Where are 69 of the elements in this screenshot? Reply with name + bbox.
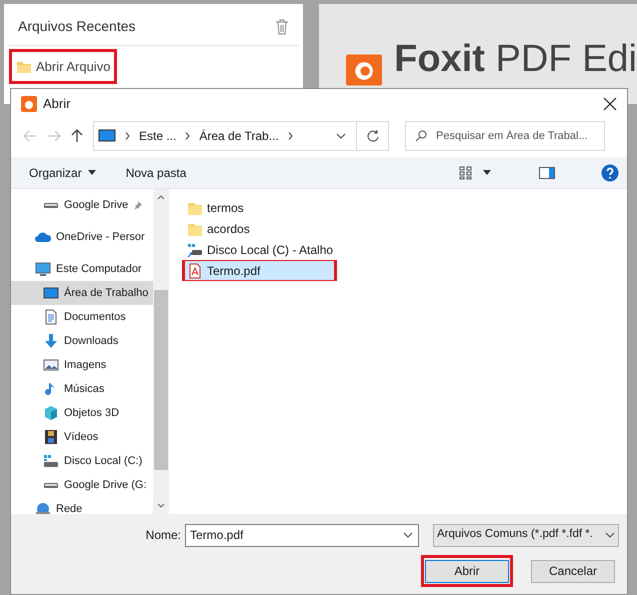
nav-item[interactable]: Área de Trabalho — [11, 281, 153, 305]
organize-menu[interactable]: Organizar — [29, 164, 96, 182]
drive-icon — [44, 482, 58, 488]
filename-field[interactable]: Termo.pdf — [185, 524, 419, 546]
chevron-icon — [288, 132, 293, 140]
cancel-button[interactable]: Cancelar — [531, 560, 615, 582]
open-file-button[interactable]: Abrir Arquivo — [9, 49, 118, 84]
drive-shortcut-icon — [187, 242, 203, 258]
forward-arrow-icon — [47, 130, 61, 142]
file-type-dropdown[interactable]: Arquivos Comuns (*.pdf *.fdf *. — [433, 524, 619, 546]
nav-item[interactable]: Downloads — [11, 329, 153, 353]
pane-icon — [539, 166, 555, 178]
nav-item[interactable]: Disco Local (C:) — [11, 449, 153, 473]
scroll-up-icon — [157, 195, 165, 200]
help-button[interactable] — [601, 164, 619, 182]
window-title: Abrir — [43, 95, 72, 114]
app-icon — [21, 96, 37, 112]
nav-item[interactable]: OneDrive - Persor — [11, 225, 153, 249]
caret-icon — [88, 170, 96, 175]
up-arrow-icon — [71, 129, 83, 143]
back-arrow-icon — [23, 130, 37, 142]
folder-icon — [16, 60, 32, 74]
dropdown-caret-icon — [605, 532, 615, 538]
view-button[interactable] — [459, 166, 491, 180]
caret-icon — [483, 170, 491, 175]
nav-item[interactable]: Músicas — [11, 377, 153, 401]
dropdown-caret-icon — [403, 532, 413, 538]
nav-item[interactable]: Este Computador — [11, 257, 153, 281]
file-item[interactable]: termos — [185, 197, 627, 218]
close-icon — [603, 97, 617, 111]
app-name: Foxit PDF Edi — [394, 40, 637, 78]
nav-item[interactable]: Google Drive (G: — [11, 473, 153, 497]
nav-item[interactable]: Rede — [11, 497, 153, 514]
monitor-icon — [35, 261, 51, 277]
help-icon — [601, 164, 619, 182]
open-button[interactable]: Abrir — [425, 560, 509, 582]
monitor-icon — [98, 129, 116, 143]
scrollbar[interactable] — [153, 189, 169, 514]
breadcrumb-item[interactable]: Este ... — [139, 127, 176, 145]
chevron-icon — [185, 132, 190, 140]
drive-icon — [43, 453, 59, 469]
address-bar[interactable]: Este ... Área de Trab... — [93, 121, 389, 151]
monitor-icon — [43, 285, 59, 301]
nav-item[interactable]: Vídeos — [11, 425, 153, 449]
nav-item[interactable]: Documentos — [11, 305, 153, 329]
chevron-icon — [125, 132, 130, 140]
nav-item[interactable]: Imagens — [11, 353, 153, 377]
search-icon — [415, 130, 427, 142]
breadcrumb-item[interactable]: Área de Trab... — [199, 127, 279, 145]
image-icon — [43, 357, 59, 373]
refresh-icon — [366, 130, 378, 142]
cube-icon — [43, 405, 59, 421]
preview-pane-button[interactable] — [539, 166, 555, 178]
drive-icon — [44, 202, 58, 208]
pdf-file-icon — [187, 262, 203, 278]
nav-item[interactable]: Google Drive — [11, 193, 153, 217]
new-folder-button[interactable]: Nova pasta — [126, 164, 186, 182]
filename-label: Nome: — [146, 527, 181, 544]
panel-title: Arquivos Recentes — [18, 17, 136, 36]
file-item[interactable]: acordos — [185, 218, 627, 239]
scroll-down-icon — [157, 503, 165, 508]
document-icon — [43, 309, 59, 325]
down-arrow-icon — [43, 333, 59, 349]
file-item[interactable]: Disco Local (C) - Atalho — [185, 239, 627, 260]
file-item[interactable]: Termo.pdf — [185, 261, 334, 280]
dropdown-caret-icon — [336, 133, 346, 139]
trash-icon — [275, 18, 289, 34]
nav-item[interactable]: Objetos 3D — [11, 401, 153, 425]
film-icon — [43, 429, 59, 445]
